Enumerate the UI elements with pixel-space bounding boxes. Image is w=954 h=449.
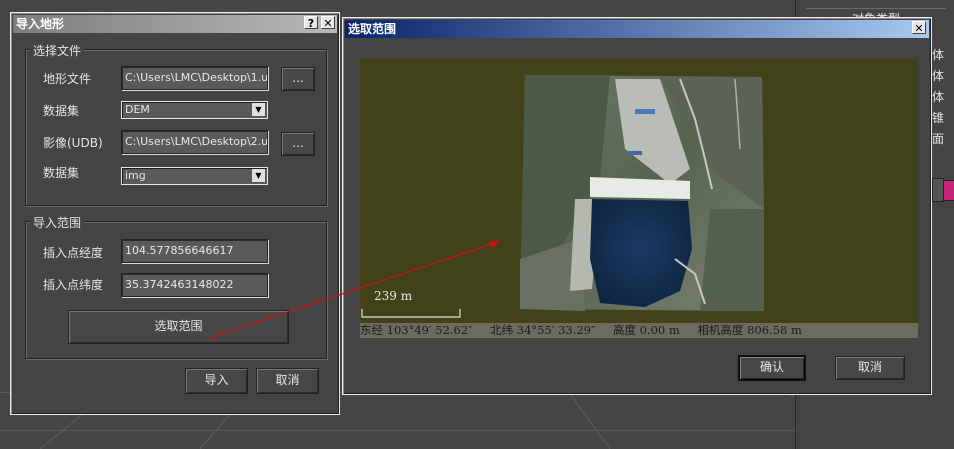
satellite-image — [361, 75, 764, 318]
status-latitude: 北纬 34°55′ 33.29″ — [490, 323, 596, 337]
import-button[interactable]: 导入 — [185, 368, 248, 394]
range-dialog-titlebar[interactable]: 选取范围 — [345, 20, 929, 38]
image-udb-label: 影像(UDB) — [43, 136, 103, 150]
dataset2-select-value: img — [125, 169, 146, 182]
cancel-range-button[interactable]: 取消 — [835, 356, 905, 380]
map-status-bar: 东经 103°49′ 52.62″ 北纬 34°55′ 33.29″ 高度 0.… — [360, 323, 918, 338]
dataset-label: 数据集 — [43, 104, 80, 118]
confirm-button[interactable]: 确认 — [739, 356, 805, 380]
image-file-input[interactable]: C:\Users\LMC\Desktop\2.udb — [121, 130, 268, 154]
range-dialog-title: 选取范围 — [348, 22, 397, 36]
scale-bar — [361, 309, 461, 318]
terrain-file-input[interactable]: C:\Users\LMC\Desktop\1.udb — [121, 66, 268, 90]
status-longitude: 东经 103°49′ 52.62″ — [360, 323, 473, 337]
panel-row-label[interactable]: 锥 — [932, 109, 954, 128]
select-range-dialog: 选取范围 ✕ 239 m 东经 103°49′ 52.62″ 北纬 34°55′… — [342, 17, 932, 395]
help-button[interactable]: ? — [304, 16, 318, 30]
status-height: 高度 0.00 m — [612, 323, 680, 337]
chevron-down-icon[interactable]: ▼ — [252, 169, 266, 183]
select-range-button[interactable]: 选取范围 — [68, 310, 289, 344]
status-camera-height: 相机高度 806.58 m — [697, 323, 802, 337]
panel-row-label[interactable]: 体 — [932, 88, 954, 107]
chevron-down-icon[interactable]: ▼ — [252, 103, 266, 117]
import-dialog-titlebar[interactable]: 导入地形 — [13, 15, 337, 33]
latitude-input[interactable]: 35.3742463148022 — [121, 273, 268, 297]
map-view[interactable]: 239 m — [360, 59, 918, 323]
browse-image-button[interactable]: ... — [281, 132, 315, 156]
longitude-label: 插入点经度 — [43, 246, 104, 260]
close-button[interactable]: ✕ — [321, 16, 335, 30]
import-dialog-title: 导入地形 — [16, 17, 65, 31]
scale-label: 239 m — [374, 289, 413, 303]
dataset2-label: 数据集 — [43, 166, 80, 180]
panel-row-label[interactable]: 体 — [932, 67, 954, 86]
dataset-select-value: DEM — [125, 103, 150, 116]
latitude-label: 插入点纬度 — [43, 278, 104, 292]
import-terrain-dialog: 导入地形 ? ✕ 选择文件 地形文件 C:\Users\LMC\Desktop\… — [10, 12, 340, 415]
terrain-file-label: 地形文件 — [43, 72, 92, 86]
cancel-import-button[interactable]: 取消 — [256, 368, 319, 394]
dataset2-select[interactable]: img ▼ — [121, 167, 268, 185]
import-range-legend: 导入范围 — [30, 214, 85, 231]
dataset-select[interactable]: DEM ▼ — [121, 101, 268, 119]
color-swatch[interactable] — [943, 180, 954, 201]
panel-row-label[interactable]: 面 — [932, 130, 954, 149]
browse-terrain-button[interactable]: ... — [281, 67, 315, 91]
select-files-legend: 选择文件 — [30, 42, 85, 59]
panel-row-label[interactable]: 体 — [932, 46, 954, 65]
longitude-input[interactable]: 104.577856646617 — [121, 239, 268, 263]
close-button[interactable]: ✕ — [912, 21, 926, 35]
